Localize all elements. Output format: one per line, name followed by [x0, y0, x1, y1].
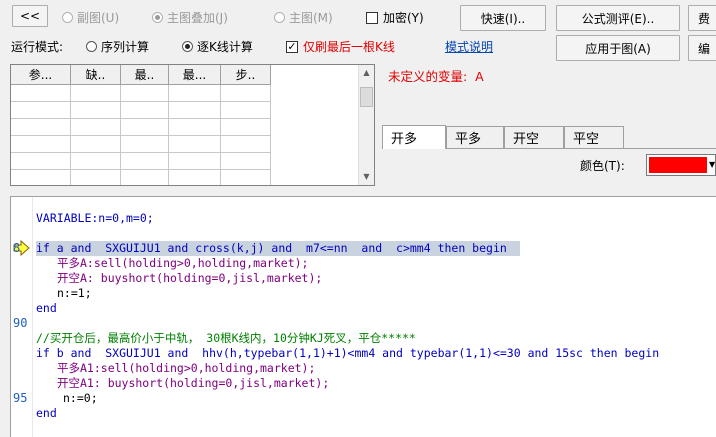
- param-table-cell[interactable]: [71, 170, 121, 185]
- param-table-cell[interactable]: [11, 119, 71, 136]
- param-table-cell[interactable]: [121, 153, 169, 170]
- param-table-cell[interactable]: [221, 170, 271, 185]
- param-table-cell[interactable]: [71, 153, 121, 170]
- param-table-cell[interactable]: [11, 153, 71, 170]
- refresh-last-checkbox[interactable]: ✓ 仅刷最后一根K线: [286, 38, 395, 55]
- radio-main[interactable]: 主图(M): [274, 9, 333, 26]
- code-comment: //买开仓后，最高价小于中轨， 30根K线内，10分钟KJ死叉，平仓*****: [36, 331, 416, 345]
- param-table-cell[interactable]: [221, 102, 271, 119]
- param-table-cell[interactable]: [169, 170, 221, 185]
- code-line: VARIABLE:n=0,m=0;: [36, 211, 154, 225]
- chevron-down-icon: ▼: [709, 160, 716, 169]
- code-line: 开空A1: buyshort(holding=0,jisl,market);: [57, 376, 330, 390]
- tab-open-long[interactable]: 开多: [382, 125, 446, 149]
- param-table-cell[interactable]: [169, 85, 221, 102]
- encrypt-checkbox[interactable]: 加密(Y): [366, 9, 424, 26]
- formula-test-button[interactable]: 公式测评(E)..: [556, 5, 680, 31]
- tab-close-long[interactable]: 平多: [446, 126, 504, 148]
- apply-to-chart-button[interactable]: 应用于图(A): [556, 35, 680, 61]
- radio-circle-icon: [152, 12, 163, 23]
- radio-sequence[interactable]: 序列计算: [86, 38, 149, 55]
- param-table-cell[interactable]: [121, 102, 169, 119]
- color-swatch: [649, 157, 707, 173]
- param-table-cell[interactable]: [169, 153, 221, 170]
- checkbox-icon: [366, 11, 378, 24]
- radio-per-bar-label: 逐K线计算: [197, 40, 253, 54]
- encrypt-label: 加密(Y): [383, 11, 424, 25]
- param-table-cell[interactable]: [221, 153, 271, 170]
- run-mode-label: 运行模式:: [11, 40, 64, 54]
- scroll-down-icon[interactable]: ▼: [359, 169, 374, 185]
- param-table[interactable]: 参... 缺.. 最.. 最... 步.. ▲ ▼: [10, 64, 375, 186]
- fee-button[interactable]: 费: [688, 5, 716, 31]
- radio-overlay-label: 主图叠加(J): [167, 11, 228, 25]
- param-table-scrollbar[interactable]: ▲ ▼: [358, 65, 374, 185]
- code-line: 开空A: buyshort(holding=0,jisl,market);: [57, 271, 323, 285]
- param-table-cell[interactable]: [121, 170, 169, 185]
- param-table-cell[interactable]: [221, 119, 271, 136]
- param-table-cell[interactable]: [11, 170, 71, 185]
- param-table-cell[interactable]: [11, 136, 71, 153]
- line-number-95: 95: [13, 391, 28, 405]
- radio-circle-icon: [86, 41, 97, 52]
- radio-per-bar[interactable]: 逐K线计算: [182, 38, 253, 55]
- param-header-max[interactable]: 最...: [169, 65, 221, 85]
- color-label: 颜色(T):: [580, 159, 625, 173]
- tab-open-short[interactable]: 开空: [504, 126, 564, 148]
- radio-circle-icon: [62, 12, 73, 23]
- param-table-cell[interactable]: [221, 136, 271, 153]
- code-line: 平多A1:sell(holding>0,holding,market);: [57, 361, 316, 375]
- edit-button[interactable]: 编: [688, 35, 716, 61]
- param-table-cell[interactable]: [121, 85, 169, 102]
- param-table-cell[interactable]: [71, 136, 121, 153]
- param-table-cell[interactable]: [11, 85, 71, 102]
- check-icon: ✓: [286, 39, 298, 53]
- radio-sequence-label: 序列计算: [101, 40, 150, 54]
- param-table-cell[interactable]: [11, 102, 71, 119]
- code-line: end: [36, 301, 57, 315]
- quick-button[interactable]: 快速(I)..: [460, 5, 546, 31]
- param-table-cell[interactable]: [121, 119, 169, 136]
- scroll-up-icon[interactable]: ▲: [359, 65, 374, 81]
- radio-circle-icon: [274, 12, 285, 23]
- line-number-90: 90: [13, 316, 28, 330]
- code-line-current: if a and SXGUIJU1 and cross(k,j) and m7<…: [36, 241, 507, 255]
- code-line: 平多A:sell(holding>0,holding,market);: [57, 256, 309, 270]
- radio-overlay[interactable]: 主图叠加(J): [152, 9, 228, 26]
- radio-main-label: 主图(M): [289, 11, 333, 25]
- param-table-cell[interactable]: [71, 119, 121, 136]
- mode-help-link[interactable]: 模式说明: [445, 38, 493, 55]
- param-table-cell[interactable]: [169, 119, 221, 136]
- refresh-last-label: 仅刷最后一根K线: [303, 40, 395, 54]
- line-number-8: 8: [13, 241, 21, 255]
- param-table-cell[interactable]: [169, 102, 221, 119]
- param-table-cell[interactable]: [221, 85, 271, 102]
- radio-circle-icon: [182, 41, 193, 52]
- param-table-cell[interactable]: [121, 136, 169, 153]
- radio-subchart[interactable]: 副图(U): [62, 9, 119, 26]
- tab-close-short[interactable]: 平空: [564, 126, 624, 148]
- code-line: if b and SXGUIJU1 and hhv(h,typebar(1,1)…: [36, 346, 660, 360]
- param-header-default[interactable]: 缺..: [71, 65, 121, 85]
- code-line: n:=0;: [63, 391, 98, 405]
- param-table-cell[interactable]: [71, 85, 121, 102]
- code-line: end: [36, 406, 57, 420]
- param-table-cell[interactable]: [71, 102, 121, 119]
- scroll-thumb[interactable]: [360, 87, 373, 107]
- param-header-name[interactable]: 参...: [11, 65, 71, 85]
- back-button[interactable]: <<: [12, 5, 48, 27]
- radio-subchart-label: 副图(U): [77, 11, 120, 25]
- color-select[interactable]: ▼: [646, 154, 716, 176]
- error-message: 未定义的变量: A: [388, 69, 484, 84]
- param-header-min[interactable]: 最..: [121, 65, 169, 85]
- code-line: n:=1;: [57, 286, 92, 300]
- code-editor[interactable]: 8 90 95 VARIABLE:n=0,m=0; if a and SXGUI…: [10, 196, 716, 437]
- param-header-step[interactable]: 步..: [221, 65, 271, 85]
- param-table-cell[interactable]: [169, 136, 221, 153]
